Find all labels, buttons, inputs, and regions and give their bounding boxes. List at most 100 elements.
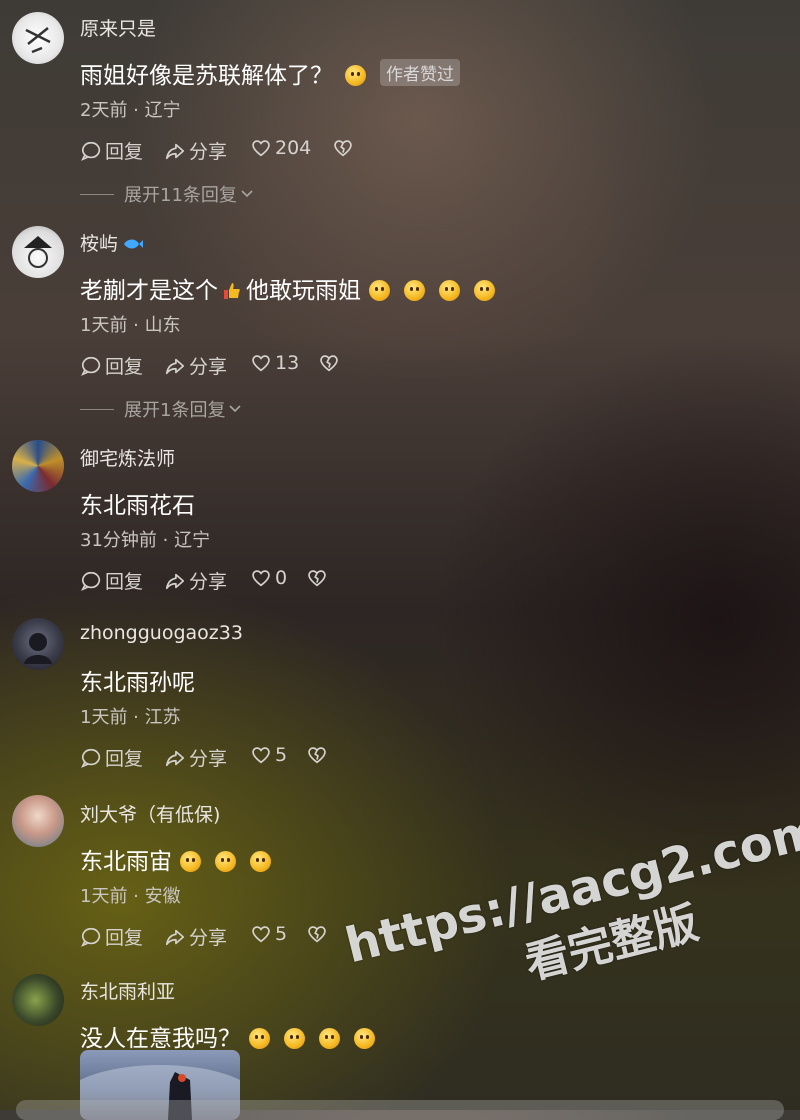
expand-replies[interactable]: 展开11条回复 bbox=[80, 181, 254, 207]
comment-text: 没人在意我吗？ bbox=[80, 1019, 379, 1053]
like-button[interactable]: 204 bbox=[250, 137, 311, 159]
share-icon bbox=[165, 358, 185, 374]
comment-text: 东北雨孙呢 bbox=[80, 670, 195, 696]
share-icon bbox=[165, 750, 185, 766]
pleading-emoji-icon bbox=[215, 851, 236, 872]
username[interactable]: 桉屿 bbox=[80, 229, 144, 256]
expand-replies[interactable]: 展开1条回复 bbox=[80, 396, 242, 422]
pleading-emoji-icon bbox=[284, 1028, 305, 1049]
avatar[interactable] bbox=[12, 795, 64, 847]
reply-button[interactable]: 回复 bbox=[80, 744, 143, 771]
dislike-button[interactable] bbox=[306, 923, 328, 945]
comment-text-part: 他敢玩雨姐 bbox=[246, 278, 361, 304]
dislike-button[interactable] bbox=[332, 137, 354, 159]
author-liked-badge: 作者赞过 bbox=[380, 59, 460, 86]
chevron-down-icon bbox=[229, 405, 242, 413]
comment-meta: 1天前 · 安徽 bbox=[80, 886, 181, 907]
like-count: 0 bbox=[275, 567, 288, 589]
divider bbox=[80, 193, 114, 195]
share-button[interactable]: 分享 bbox=[164, 137, 227, 164]
like-button[interactable]: 5 bbox=[250, 923, 287, 945]
comment-text: 老蒯才是这个 他敢玩雨姐 bbox=[80, 271, 499, 305]
dislike-button[interactable] bbox=[318, 352, 340, 374]
avatar[interactable] bbox=[12, 974, 64, 1026]
share-label: 分享 bbox=[189, 927, 228, 949]
comment-input-bar[interactable] bbox=[16, 1100, 784, 1120]
divider bbox=[80, 408, 114, 410]
thumbs-up-emoji-icon bbox=[224, 283, 240, 299]
username[interactable]: 御宅炼法师 bbox=[80, 444, 175, 471]
heart-icon bbox=[252, 926, 270, 943]
ok-hand-emoji-icon bbox=[474, 280, 495, 301]
pleading-emoji-icon bbox=[249, 1028, 270, 1049]
share-label: 分享 bbox=[189, 141, 228, 163]
comment-text-body: 没人在意我吗？ bbox=[80, 1026, 241, 1052]
like-button[interactable]: 0 bbox=[250, 567, 287, 589]
share-icon bbox=[165, 573, 185, 589]
pleading-emoji-icon bbox=[250, 851, 271, 872]
dislike-button[interactable] bbox=[306, 744, 328, 766]
pleading-emoji-icon bbox=[180, 851, 201, 872]
reply-icon bbox=[81, 927, 101, 947]
avatar[interactable] bbox=[12, 440, 64, 492]
reply-icon bbox=[81, 571, 101, 591]
expand-replies-label: 展开1条回复 bbox=[124, 400, 226, 421]
share-icon bbox=[165, 143, 185, 159]
broken-heart-icon bbox=[308, 926, 326, 943]
expand-replies-label: 展开11条回复 bbox=[124, 185, 237, 206]
share-label: 分享 bbox=[189, 356, 228, 378]
share-button[interactable]: 分享 bbox=[164, 567, 227, 594]
reply-label: 回复 bbox=[105, 356, 144, 378]
share-icon bbox=[165, 929, 185, 945]
reply-label: 回复 bbox=[105, 748, 144, 770]
like-count: 5 bbox=[275, 923, 288, 945]
username[interactable]: 刘大爷（有低保) bbox=[80, 800, 220, 827]
laughing-emoji-icon bbox=[439, 280, 460, 301]
share-label: 分享 bbox=[189, 571, 228, 593]
laughing-emoji-icon bbox=[369, 280, 390, 301]
comment-meta: 31分钟前 · 辽宁 bbox=[80, 530, 211, 551]
avatar[interactable] bbox=[12, 618, 64, 670]
reply-button[interactable]: 回复 bbox=[80, 567, 143, 594]
dislike-button[interactable] bbox=[306, 567, 328, 589]
share-button[interactable]: 分享 bbox=[164, 923, 227, 950]
reply-button[interactable]: 回复 bbox=[80, 352, 143, 379]
heart-icon bbox=[252, 140, 270, 157]
comment-meta: 1天前 · 江苏 bbox=[80, 707, 181, 728]
comment-text-body: 东北雨宙 bbox=[80, 849, 172, 875]
reply-button[interactable]: 回复 bbox=[80, 137, 143, 164]
broken-heart-icon bbox=[308, 570, 326, 587]
like-count: 13 bbox=[275, 352, 300, 374]
pleading-emoji-icon bbox=[319, 1028, 340, 1049]
reply-icon bbox=[81, 748, 101, 768]
reply-button[interactable]: 回复 bbox=[80, 923, 143, 950]
avatar[interactable] bbox=[12, 12, 64, 64]
laughing-emoji-icon bbox=[404, 280, 425, 301]
share-button[interactable]: 分享 bbox=[164, 352, 227, 379]
broken-heart-icon bbox=[308, 747, 326, 764]
reply-label: 回复 bbox=[105, 571, 144, 593]
username[interactable]: zhongguogaoz33 bbox=[80, 622, 243, 644]
like-count: 204 bbox=[275, 137, 312, 159]
comment-text-part: 老蒯才是这个 bbox=[80, 278, 218, 304]
comment-meta: 2天前 · 辽宁 bbox=[80, 100, 181, 121]
comment-text: 雨姐好像是苏联解体了？ 作者赞过 bbox=[80, 56, 460, 90]
reply-icon bbox=[81, 356, 101, 376]
share-button[interactable]: 分享 bbox=[164, 744, 227, 771]
heart-icon bbox=[252, 355, 270, 372]
heart-icon bbox=[252, 747, 270, 764]
like-count: 5 bbox=[275, 744, 288, 766]
username[interactable]: 原来只是 bbox=[80, 14, 156, 41]
reply-label: 回复 bbox=[105, 141, 144, 163]
avatar[interactable] bbox=[12, 226, 64, 278]
comment-text: 东北雨花石 bbox=[80, 493, 195, 519]
smile-emoji-icon bbox=[345, 65, 366, 86]
like-button[interactable]: 5 bbox=[250, 744, 287, 766]
share-label: 分享 bbox=[189, 748, 228, 770]
username[interactable]: 东北雨利亚 bbox=[80, 977, 175, 1004]
comment-text-body: 雨姐好像是苏联解体了？ bbox=[80, 63, 333, 89]
comment-text: 东北雨宙 bbox=[80, 842, 275, 876]
like-button[interactable]: 13 bbox=[250, 352, 299, 374]
chevron-down-icon bbox=[241, 190, 253, 198]
watermark: https://aacg2.com 看完整版 bbox=[340, 802, 800, 1033]
